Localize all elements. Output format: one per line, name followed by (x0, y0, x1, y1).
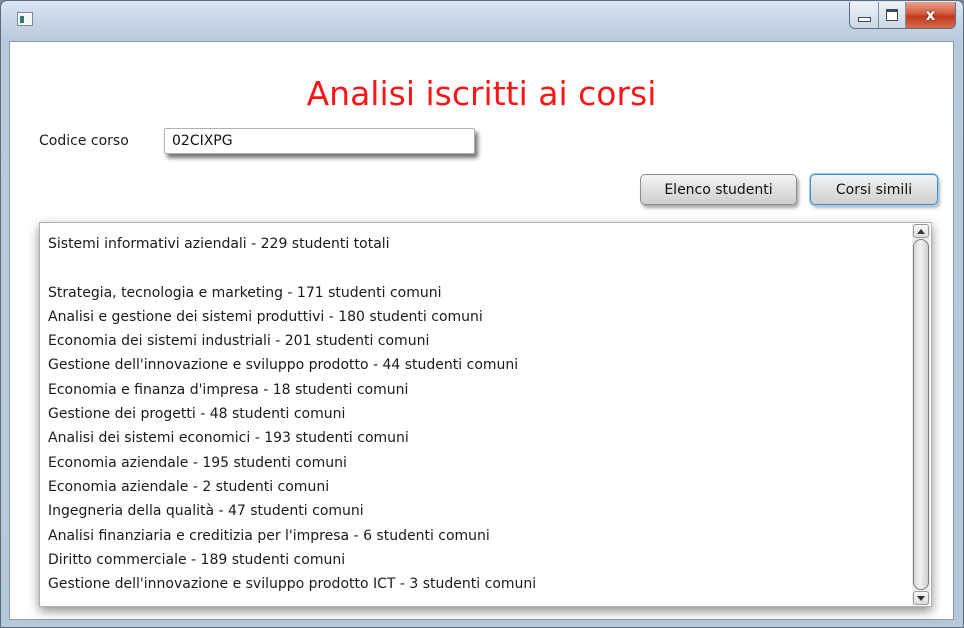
result-line: Ingegneria della qualità - 47 studenti c… (48, 503, 364, 520)
application-window: x Analisi iscritti ai corsi Codice corso… (0, 0, 964, 628)
results-textarea[interactable]: Sistemi informativi aziendali - 229 stud… (39, 222, 932, 607)
result-line (48, 256, 901, 280)
result-line: Sistemi informativi aziendali - 229 stud… (48, 236, 390, 252)
results-text: Sistemi informativi aziendali - 229 stud… (48, 232, 901, 596)
close-button[interactable]: x (906, 2, 955, 28)
course-code-input[interactable] (164, 128, 475, 154)
course-code-label: Codice corso (39, 133, 129, 149)
minimize-icon (857, 16, 871, 22)
result-line: Analisi dei sistemi economici - 193 stud… (48, 430, 409, 447)
result-line: Diritto commerciale - 189 studenti comun… (48, 551, 346, 568)
result-line: Analisi finanziaria e creditizia per l'i… (48, 527, 490, 544)
window-controls: x (849, 2, 956, 29)
window-app-icon[interactable] (17, 12, 33, 26)
result-line: Economia dei sistemi industriali - 201 s… (48, 333, 430, 350)
result-line: Economia aziendale - 195 studenti comuni (48, 454, 347, 471)
scroll-up-button[interactable] (913, 224, 929, 238)
similar-courses-button[interactable]: Corsi simili (810, 174, 938, 205)
students-list-button[interactable]: Elenco studenti (640, 174, 797, 205)
arrow-down-icon (917, 595, 925, 601)
result-line: Gestione dell'innovazione e sviluppo pro… (48, 576, 537, 593)
title-bar[interactable]: x (1, 1, 963, 41)
vertical-scrollbar[interactable] (912, 224, 930, 605)
scrollbar-thumb[interactable] (913, 239, 929, 590)
window-content: Analisi iscritti ai corsi Codice corso E… (9, 41, 954, 620)
maximize-icon (886, 9, 898, 21)
maximize-button[interactable] (879, 2, 906, 28)
result-line: Strategia, tecnologia e marketing - 171 … (48, 284, 442, 301)
result-line: Gestione dell'innovazione e sviluppo pro… (48, 357, 519, 374)
result-line: Analisi e gestione dei sistemi produttiv… (48, 308, 483, 325)
arrow-up-icon (917, 228, 925, 234)
page-title: Analisi iscritti ai corsi (306, 74, 657, 113)
result-line: Economia aziendale - 2 studenti comuni (48, 478, 330, 495)
scroll-down-button[interactable] (913, 591, 929, 605)
minimize-button[interactable] (850, 2, 879, 28)
result-line: Economia e finanza d'impresa - 18 studen… (48, 381, 409, 398)
close-icon: x (925, 6, 936, 24)
result-line: Gestione dei progetti - 48 studenti comu… (48, 406, 346, 423)
